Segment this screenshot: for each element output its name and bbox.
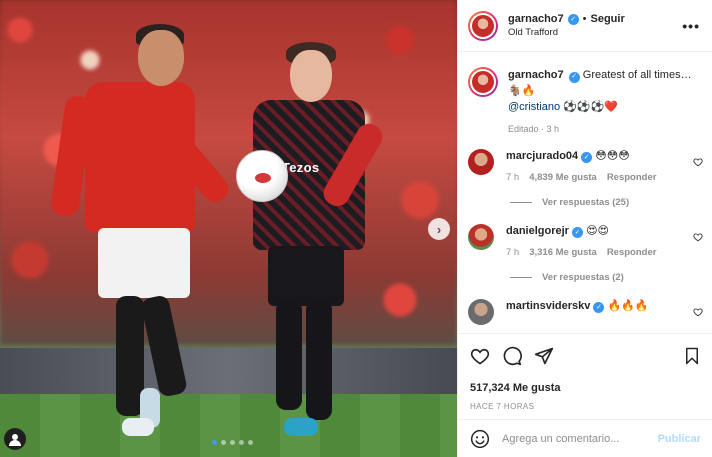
emoji-icon[interactable] xyxy=(470,429,490,449)
like-heart-icon[interactable] xyxy=(470,346,490,366)
comment-text: 😍😍 xyxy=(586,225,610,237)
separator: • xyxy=(582,13,587,25)
post-photo[interactable]: Tezos › xyxy=(0,0,457,457)
verified-badge-icon: ✓ xyxy=(593,302,605,313)
comment-text: 🔥🔥🔥 xyxy=(607,300,649,312)
verified-badge-icon: ✓ xyxy=(568,71,580,83)
comment-username[interactable]: danielgorejr xyxy=(506,225,569,237)
comment-username[interactable]: martinsviderskv xyxy=(506,300,590,312)
comment-time: 7 h xyxy=(506,247,520,258)
reply-button[interactable]: Responder xyxy=(607,170,657,185)
avatar[interactable] xyxy=(468,10,498,41)
comment-likes[interactable]: 3,316 Me gusta xyxy=(529,245,597,260)
comment-username[interactable]: marcjurado04 xyxy=(506,150,578,162)
avatar[interactable] xyxy=(468,149,494,175)
caption-username[interactable]: garnacho7 xyxy=(508,69,564,81)
reply-button[interactable]: Responder xyxy=(607,245,657,260)
carousel-indicator xyxy=(212,440,253,445)
more-options-icon[interactable]: ••• xyxy=(682,18,700,34)
comment-likes[interactable]: 4,839 Me gusta xyxy=(529,170,597,185)
avatar[interactable] xyxy=(468,224,494,250)
stadium-banner xyxy=(0,348,457,394)
likes-count[interactable]: 517,324 Me gusta xyxy=(470,382,701,394)
pitch xyxy=(0,394,457,457)
comment-text: 😳😳😳 xyxy=(595,150,630,162)
comment-input[interactable] xyxy=(502,432,658,445)
comment-composer: Publicar xyxy=(458,419,712,457)
carousel-dot xyxy=(230,440,235,445)
football xyxy=(236,150,288,202)
list-item: martinsviderskv ✓ 🔥🔥🔥 xyxy=(458,299,712,325)
verified-badge-icon: ✓ xyxy=(572,227,584,238)
carousel-dot xyxy=(239,440,244,445)
location-link[interactable]: Old Trafford xyxy=(508,27,625,38)
mention-link[interactable]: @cristiano xyxy=(508,101,560,113)
caption-meta: Editado · 3 h xyxy=(508,124,560,134)
post-caption: garnacho7 ✓ Greatest of all times…🐐🔥 @cr… xyxy=(458,53,712,137)
view-replies-button[interactable]: Ver respuestas (25) xyxy=(510,197,712,208)
comment-time: 7 h xyxy=(506,172,520,183)
verified-badge-icon: ✓ xyxy=(567,13,579,25)
player-left-head xyxy=(138,30,184,86)
comments-list: garnacho7 ✓ Greatest of all times…🐐🔥 @cr… xyxy=(458,53,712,333)
share-send-icon[interactable] xyxy=(534,346,554,366)
view-replies-button[interactable]: Ver respuestas (2) xyxy=(510,272,712,283)
carousel-next-button[interactable]: › xyxy=(428,218,450,240)
heart-icon[interactable] xyxy=(693,232,703,242)
post-timestamp[interactable]: HACE 7 HORAS xyxy=(470,402,701,411)
player-left-shorts xyxy=(98,228,190,298)
player-right-leg xyxy=(306,300,332,420)
avatar[interactable] xyxy=(468,67,498,97)
carousel-dot xyxy=(248,440,253,445)
view-replies-label: Ver respuestas (2) xyxy=(542,272,624,283)
heart-icon[interactable] xyxy=(693,307,703,317)
verified-badge-icon: ✓ xyxy=(581,152,593,163)
bookmark-icon[interactable] xyxy=(683,346,701,366)
player-right-shorts xyxy=(268,246,344,306)
author-username[interactable]: garnacho7 xyxy=(508,13,564,25)
player-left-boot xyxy=(122,418,154,436)
caption-emojis: ⚽⚽⚽❤️ xyxy=(563,101,618,113)
player-right-boot xyxy=(284,418,318,436)
publish-button[interactable]: Publicar xyxy=(658,433,701,445)
list-item: danielgorejr ✓ 😍😍 7 h 3,316 Me gusta Res… xyxy=(458,224,712,260)
avatar[interactable] xyxy=(468,299,494,325)
player-right-head xyxy=(290,50,332,102)
post-actions: 517,324 Me gusta HACE 7 HORAS xyxy=(458,333,712,411)
post-side-panel: garnacho7 ✓ • Seguir Old Trafford ••• ga… xyxy=(457,0,712,457)
player-right-leg xyxy=(276,300,302,410)
post-header: garnacho7 ✓ • Seguir Old Trafford ••• xyxy=(458,0,712,52)
tagged-users-icon[interactable] xyxy=(4,428,26,450)
carousel-dot xyxy=(212,440,217,445)
carousel-dot xyxy=(221,440,226,445)
view-replies-label: Ver respuestas (25) xyxy=(542,197,630,208)
comment-bubble-icon[interactable] xyxy=(502,346,522,366)
heart-icon[interactable] xyxy=(693,157,703,167)
follow-button[interactable]: Seguir xyxy=(591,13,625,25)
list-item: marcjurado04 ✓ 😳😳😳 7 h 4,839 Me gusta Re… xyxy=(458,149,712,185)
